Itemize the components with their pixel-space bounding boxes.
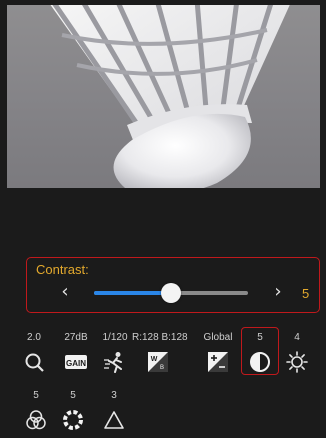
- triangle-icon: [104, 411, 124, 429]
- shuttlecock-image: [50, 5, 290, 188]
- contrast-slider-fill: [94, 291, 171, 295]
- saturation-tool[interactable]: 5: [17, 389, 55, 431]
- contrast-slider[interactable]: [94, 283, 248, 303]
- increase-arrow-icon[interactable]: ›: [269, 283, 287, 301]
- camera-preview: [7, 5, 320, 188]
- contrast-tool-value: 5: [257, 332, 263, 343]
- contrast-value: 5: [302, 286, 310, 301]
- focus-tool[interactable]: 2.0: [15, 331, 53, 373]
- gamma-tool[interactable]: 3: [95, 389, 133, 431]
- shutter-tool[interactable]: 1/120: [96, 331, 134, 373]
- contrast-icon: [250, 352, 270, 372]
- gain-value: 27dB: [64, 332, 88, 343]
- contrast-slider-thumb[interactable]: [161, 283, 181, 303]
- brightness-tool[interactable]: 4: [278, 331, 316, 373]
- white-balance-icon: W B: [148, 352, 168, 372]
- brightness-value: 4: [294, 332, 300, 343]
- gain-icon: GAIN: [65, 355, 87, 369]
- svg-text:GAIN: GAIN: [66, 359, 86, 368]
- running-man-icon: [104, 352, 122, 373]
- gamma-value: 3: [111, 390, 117, 401]
- magnifier-icon: [25, 353, 44, 372]
- sharpness-tool[interactable]: 5: [54, 389, 92, 431]
- shutter-value: 1/120: [102, 332, 128, 343]
- focus-value: 2.0: [27, 332, 41, 343]
- sharpness-value: 5: [70, 390, 76, 401]
- contrast-tool[interactable]: 5: [241, 327, 279, 375]
- exposure-compensation-icon: [208, 352, 228, 372]
- contrast-label: Contrast:: [36, 262, 89, 277]
- exposure-tool[interactable]: Global: [199, 331, 237, 373]
- decrease-arrow-icon[interactable]: ‹: [56, 283, 74, 301]
- gain-tool[interactable]: 27dB GAIN: [57, 331, 95, 373]
- exposure-value: Global: [203, 332, 233, 343]
- dotted-circle-icon: [63, 410, 83, 430]
- saturation-value: 5: [33, 390, 39, 401]
- white-balance-value: R:128 B:128: [132, 332, 188, 343]
- sun-icon: [286, 351, 308, 373]
- rgb-circles-icon: [26, 410, 46, 430]
- svg-text:B: B: [160, 365, 164, 371]
- svg-text:W: W: [151, 356, 158, 363]
- white-balance-tool[interactable]: R:128 B:128 W B: [132, 331, 188, 373]
- contrast-adjust-panel: Contrast: ‹ › 5: [26, 257, 320, 313]
